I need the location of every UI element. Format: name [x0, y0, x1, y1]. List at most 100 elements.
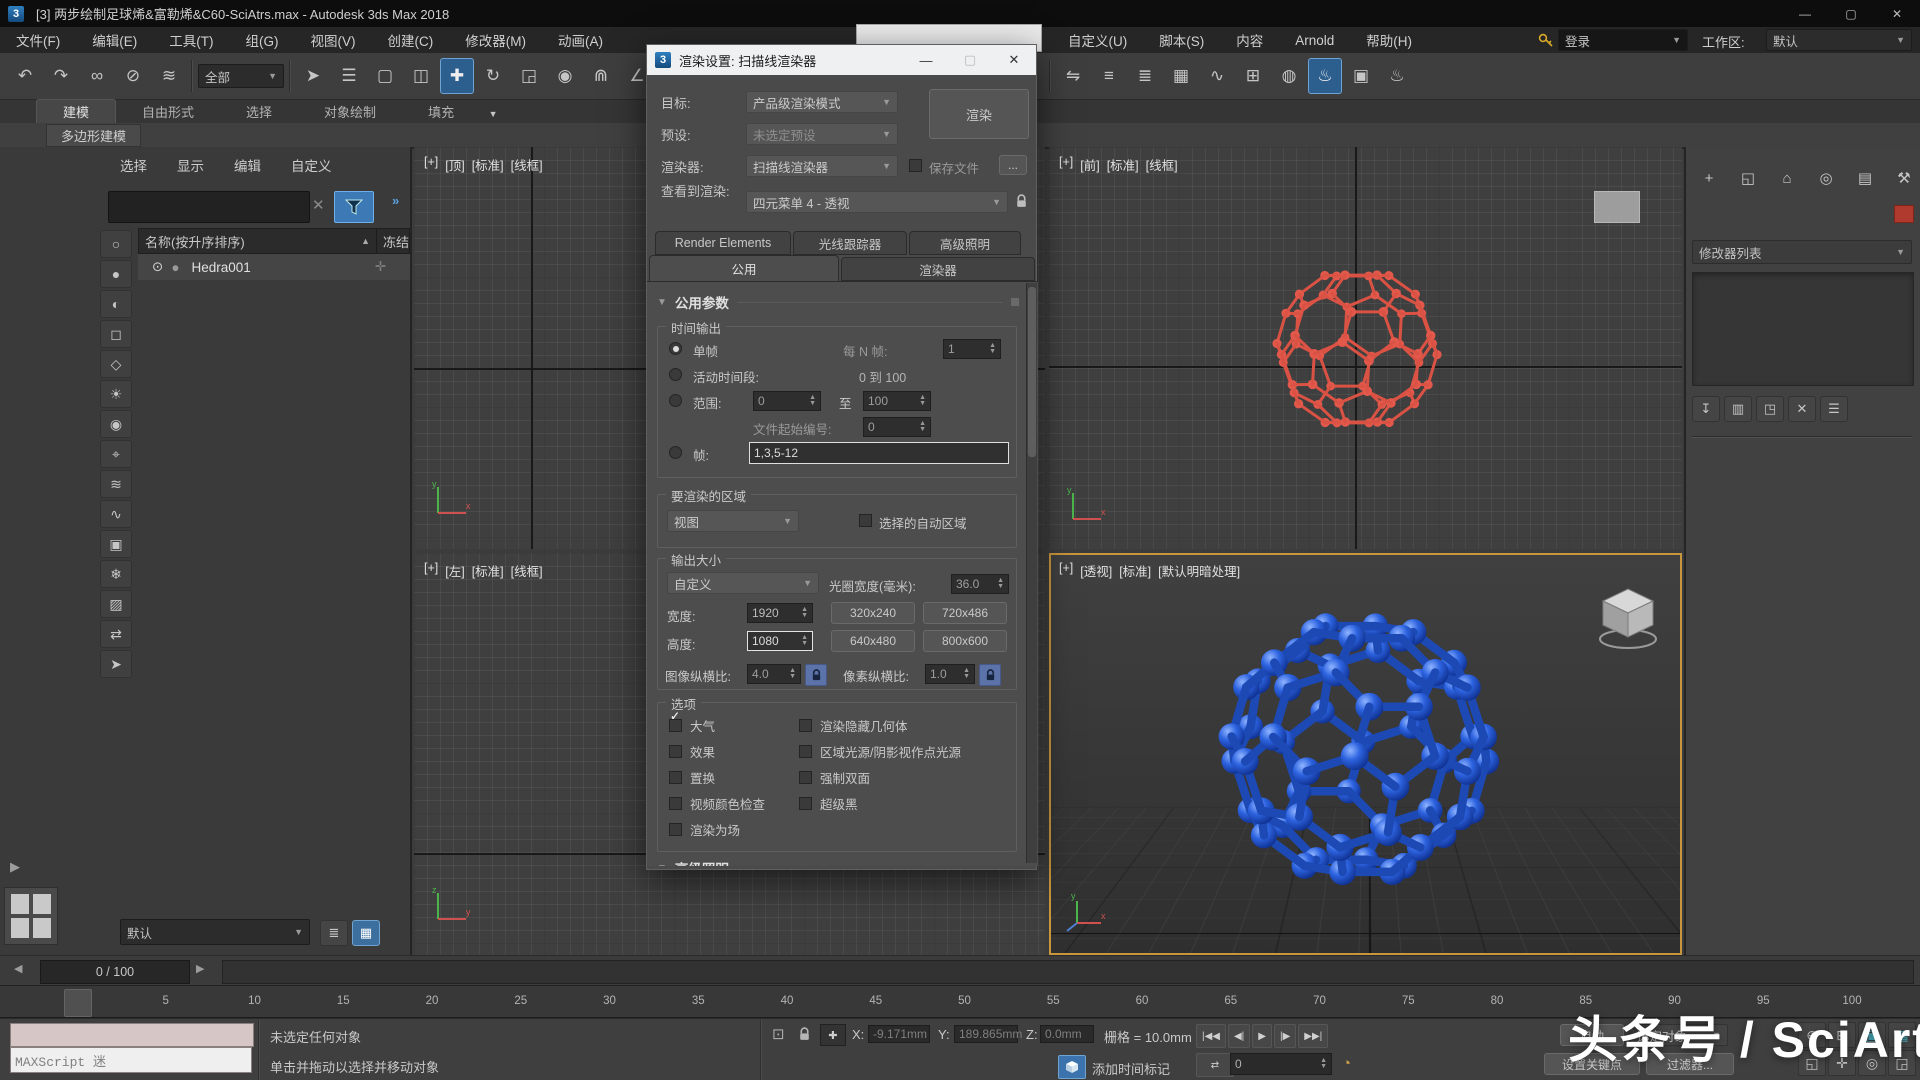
explorer-expand-icon[interactable]: »	[392, 193, 399, 208]
display-helpers-icon[interactable]: ⌖	[100, 440, 132, 468]
clear-search-icon[interactable]: ✕	[312, 196, 325, 214]
dialog-titlebar[interactable]: 3 渲染设置: 扫描线渲染器 — ▢ ✕	[647, 45, 1036, 75]
window-crossing-icon[interactable]: ◫	[404, 58, 438, 94]
option-checkbox[interactable]	[799, 745, 812, 758]
viewport-label-segment[interactable]: [+]	[1059, 561, 1073, 580]
y-coordinate-field[interactable]: 189.865mm	[954, 1025, 1018, 1043]
layer-manager-icon[interactable]: ≣	[1128, 58, 1162, 94]
tab-render-elements[interactable]: Render Elements	[655, 231, 791, 255]
layer-list-icon[interactable]: ≣	[320, 920, 348, 946]
menu-item[interactable]: 编辑(E)	[76, 30, 153, 50]
option-row[interactable]: 区域光源/阴影视作点光源	[799, 738, 961, 764]
viewport-label-segment[interactable]: [线框]	[511, 561, 543, 580]
render-button[interactable]: 渲染	[929, 89, 1029, 139]
viewport-label-segment[interactable]: [默认明暗处理]	[1158, 561, 1240, 580]
rendered-frame-icon[interactable]: ▣	[1344, 58, 1378, 94]
add-time-tag-label[interactable]: 添加时间标记	[1092, 1059, 1170, 1078]
visibility-eye-icon[interactable]: ⊙	[152, 259, 163, 275]
render-production-icon[interactable]: ♨	[1380, 58, 1414, 94]
select-by-name-icon[interactable]: ☰	[332, 58, 366, 94]
viewport-label-segment[interactable]: [标准]	[1119, 561, 1151, 580]
create-tab-icon[interactable]: +	[1694, 165, 1724, 191]
object-name[interactable]: Hedra001	[191, 260, 250, 275]
select-and-link-icon[interactable]: ∞	[80, 58, 114, 94]
time-slider-handle[interactable]	[64, 989, 92, 1017]
snap-toggle-icon[interactable]: ⋒	[584, 58, 618, 94]
viewport-label-segment[interactable]: [标准]	[1107, 155, 1139, 174]
motion-tab-icon[interactable]: ◎	[1811, 165, 1841, 191]
menu-item[interactable]: 自定义(U)	[1052, 30, 1143, 50]
rollout-collapse-icon[interactable]: ▼	[657, 863, 667, 867]
trackbar-left-arrow-icon[interactable]: ◀	[14, 962, 22, 975]
hierarchy-tab-icon[interactable]: ⌂	[1772, 165, 1802, 191]
minimize-button[interactable]: —	[1782, 0, 1828, 27]
unlink-selection-icon[interactable]: ⊘	[116, 58, 150, 94]
viewcube-icon[interactable]	[1589, 577, 1667, 655]
image-aspect-lock-icon[interactable]	[805, 664, 827, 686]
timeline-tick[interactable]: 20	[426, 995, 439, 1007]
sync-selection-icon[interactable]: ⇄	[100, 620, 132, 648]
output-size-preset-dropdown[interactable]: 自定义▼	[667, 572, 819, 594]
area-mode-dropdown[interactable]: 视图▼	[667, 510, 799, 532]
dialog-scrollbar[interactable]	[1026, 283, 1037, 863]
explorer-menu-item[interactable]: 自定义	[289, 155, 334, 175]
utilities-tab-icon[interactable]: ⚒	[1889, 165, 1919, 191]
login-dropdown[interactable]: 登录▼	[1558, 29, 1688, 51]
display-cameras-icon[interactable]: ◉	[100, 410, 132, 438]
spinner-icon[interactable]	[997, 578, 1004, 590]
remove-modifier-icon[interactable]: ✕	[1788, 396, 1816, 422]
ribbon-tab[interactable]: 建模	[36, 99, 116, 123]
option-row[interactable]: 渲染为场	[669, 816, 765, 842]
trackbar-strip[interactable]	[222, 960, 1914, 984]
single-frame-radio[interactable]	[669, 342, 682, 355]
timeline-tick[interactable]: 60	[1136, 995, 1149, 1007]
frames-input[interactable]	[749, 442, 1009, 464]
pixel-aspect-lock-icon[interactable]	[979, 664, 1001, 686]
viewport-label-segment[interactable]: [顶]	[445, 155, 464, 174]
modifier-stack-list[interactable]	[1692, 272, 1914, 386]
timeline-tick[interactable]: 70	[1313, 995, 1326, 1007]
viewport-lock-icon[interactable]	[1015, 194, 1028, 209]
spinner-icon[interactable]	[801, 607, 808, 619]
current-frame-field[interactable]: 0	[1230, 1053, 1332, 1075]
spinner-icon[interactable]	[919, 395, 926, 407]
dialog-close-icon[interactable]: ✕	[992, 45, 1036, 75]
go-to-start-icon[interactable]: |◀◀	[1196, 1024, 1226, 1048]
menu-item[interactable]: 视图(V)	[295, 30, 372, 50]
viewport-label-segment[interactable]: [线框]	[1146, 155, 1178, 174]
tab-raytracer[interactable]: 光线跟踪器	[793, 231, 907, 255]
menu-item[interactable]: 文件(F)	[0, 30, 76, 50]
viewport-perspective[interactable]: [+][透视][标准][默认明暗处理] yx	[1049, 553, 1682, 955]
range-radio[interactable]	[669, 394, 682, 407]
display-all-icon[interactable]: ●	[100, 260, 132, 288]
frames-radio[interactable]	[669, 446, 682, 459]
spinner-icon[interactable]	[919, 421, 926, 433]
grid-button[interactable]	[4, 887, 58, 945]
absolute-offset-toggle-icon[interactable]: ✚	[820, 1024, 846, 1046]
rollout-collapse-icon[interactable]: ▼	[657, 297, 667, 308]
pick-mode-icon[interactable]: ➤	[100, 650, 132, 678]
explorer-search-input[interactable]	[108, 191, 310, 223]
viewport-label-segment[interactable]: [标准]	[472, 155, 504, 174]
menu-item[interactable]: 内容	[1220, 30, 1279, 50]
viewport-label-segment[interactable]: [左]	[445, 561, 464, 580]
timeline-tick[interactable]: 55	[1047, 995, 1060, 1007]
option-row[interactable]: 强制双面	[799, 764, 961, 790]
make-unique-icon[interactable]: ◳	[1756, 396, 1784, 422]
dialog-minimize-icon[interactable]: —	[904, 45, 948, 75]
timeline-tick[interactable]: 50	[958, 995, 971, 1007]
modify-tab-icon[interactable]: ◱	[1733, 165, 1763, 191]
filter-funnel-icon[interactable]	[334, 191, 374, 223]
viewport-label-segment[interactable]: [透视]	[1080, 561, 1112, 580]
explorer-menu-item[interactable]: 编辑	[232, 155, 263, 175]
size-720x486-button[interactable]: 720x486	[923, 602, 1007, 624]
tab-renderer[interactable]: 渲染器	[841, 257, 1035, 281]
undo-icon[interactable]: ↶	[8, 58, 42, 94]
menu-item[interactable]: Arnold	[1279, 33, 1350, 48]
next-frame-icon[interactable]: |▶	[1274, 1024, 1296, 1048]
option-row[interactable]: 效果	[669, 738, 765, 764]
browse-button[interactable]: ...	[999, 155, 1027, 175]
viewport-label-segment[interactable]: [标准]	[472, 561, 504, 580]
selection-lock-icon[interactable]	[798, 1027, 811, 1042]
display-tab-icon[interactable]: ▤	[1850, 165, 1880, 191]
